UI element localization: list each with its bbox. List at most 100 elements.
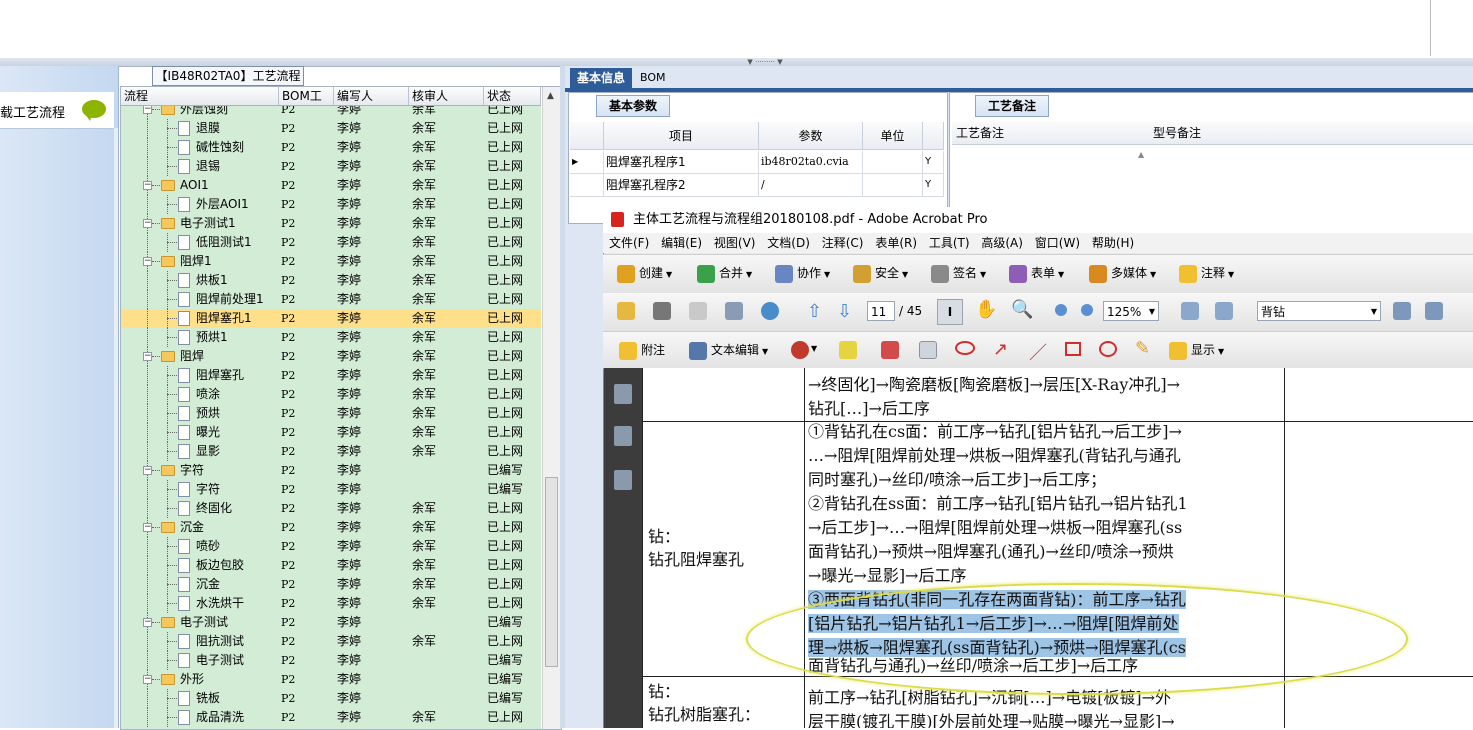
previous-page-icon[interactable]: ⇧ xyxy=(807,301,822,322)
table-row[interactable]: 显影 P2 李婷 余军 已上网 xyxy=(121,442,541,461)
page-number-input[interactable]: 11 xyxy=(867,301,895,321)
highlight-text-icon[interactable] xyxy=(839,341,857,359)
sticky-note-button[interactable]: 附注 xyxy=(619,332,665,368)
param-unit[interactable] xyxy=(863,174,923,196)
menu-advanced[interactable]: 高级(A) xyxy=(981,236,1023,250)
collapse-icon[interactable]: − xyxy=(143,352,152,361)
table-row[interactable]: 板边包胶 P2 李婷 余军 已上网 xyxy=(121,556,541,575)
menu-tools[interactable]: 工具(T) xyxy=(929,236,970,250)
forms-button[interactable]: 表单 ▼ xyxy=(1009,255,1064,291)
table-row[interactable]: 曝光 P2 李婷 余军 已上网 xyxy=(121,423,541,442)
arrow-icon[interactable]: ↗ xyxy=(993,339,1008,360)
open-folder-icon[interactable] xyxy=(617,302,635,320)
param-value[interactable]: ib48r02ta0.cvia xyxy=(759,151,863,173)
table-row[interactable]: 成品清洗 P2 李婷 余军 已上网 xyxy=(121,708,541,727)
create-button[interactable]: 创建 ▼ xyxy=(617,255,672,291)
menu-edit[interactable]: 编辑(E) xyxy=(661,236,702,250)
email-icon[interactable] xyxy=(725,302,743,320)
table-row[interactable]: 退膜 P2 李婷 余军 已上网 xyxy=(121,119,541,138)
notes-scroll-up-icon[interactable]: ▲ xyxy=(1138,150,1144,159)
collapse-icon[interactable]: − xyxy=(143,466,152,475)
find-previous-icon[interactable] xyxy=(1393,302,1411,320)
search-input[interactable]: 背钻 ▼ xyxy=(1257,301,1381,321)
table-row[interactable]: 阻焊塞孔1 P2 李婷 余军 已上网 xyxy=(121,309,541,328)
print-icon[interactable] xyxy=(653,302,671,320)
next-page-icon[interactable]: ⇩ xyxy=(837,301,852,322)
bookmarks-panel-icon[interactable] xyxy=(614,426,632,446)
table-row[interactable]: 喷涂 P2 李婷 余军 已上网 xyxy=(121,385,541,404)
pages-panel-icon[interactable] xyxy=(614,384,632,404)
zoom-tool-icon[interactable]: 🔍 xyxy=(1011,299,1033,320)
table-row[interactable]: 退锡 P2 李婷 余军 已上网 xyxy=(121,157,541,176)
col-header-writer[interactable]: 编写人 xyxy=(334,87,409,105)
find-next-icon[interactable] xyxy=(1425,302,1443,320)
menu-document[interactable]: 文档(D) xyxy=(767,236,810,250)
table-row[interactable]: − 外形 P2 李婷 已编写 xyxy=(121,670,541,689)
chevron-down-icon[interactable]: ▼ xyxy=(811,344,817,353)
param-unit[interactable] xyxy=(863,151,923,173)
save-icon[interactable] xyxy=(689,302,707,320)
col-header-item[interactable]: 项目 xyxy=(604,122,759,150)
table-row[interactable]: − 外层蚀刻 P2 李婷 余军 已上网 xyxy=(121,106,541,119)
fit-page-icon[interactable] xyxy=(1181,302,1199,320)
collapse-icon[interactable]: − xyxy=(143,106,152,114)
comment-button[interactable]: 注释 ▼ xyxy=(1179,255,1234,291)
table-row[interactable]: 阻焊塞孔 P2 李婷 余军 已上网 xyxy=(121,366,541,385)
table-row[interactable]: 碱性蚀刻 P2 李婷 余军 已上网 xyxy=(121,138,541,157)
hand-tool-icon[interactable]: ✋ xyxy=(975,299,997,320)
fit-width-icon[interactable] xyxy=(1215,302,1233,320)
text-box-icon[interactable] xyxy=(919,341,937,359)
table-row[interactable]: 低阻测试1 P2 李婷 余军 已上网 xyxy=(121,233,541,252)
scroll-thumb[interactable] xyxy=(545,477,558,667)
line-icon[interactable]: ／ xyxy=(1029,339,1047,365)
sign-button[interactable]: 签名 ▼ xyxy=(931,255,986,291)
table-row[interactable]: 字符 P2 李婷 已编写 xyxy=(121,480,541,499)
table-row[interactable]: 终固化 P2 李婷 余军 已上网 xyxy=(121,499,541,518)
web-icon[interactable] xyxy=(761,302,779,320)
menu-window[interactable]: 窗口(W) xyxy=(1035,236,1080,250)
table-row[interactable]: − 字符 P2 李婷 已编写 xyxy=(121,461,541,480)
signatures-panel-icon[interactable] xyxy=(614,470,632,490)
col-header-status[interactable]: 状态 xyxy=(484,87,541,105)
splitter-grip-icon[interactable]: ▼ ········· ▼ xyxy=(735,59,795,66)
zoom-in-icon[interactable] xyxy=(1081,304,1093,316)
load-process-item[interactable]: 载工艺流程 xyxy=(0,92,114,129)
comment-bubble-icon[interactable] xyxy=(82,100,106,121)
highlight-ellipse-annotation[interactable] xyxy=(746,583,1408,695)
table-row[interactable]: ▶ 阻焊塞孔程序1 ib48r02ta0.cvia Y xyxy=(570,151,944,174)
table-row[interactable]: 喷砂 P2 李婷 余军 已上网 xyxy=(121,537,541,556)
col-header-reviewer[interactable]: 核审人 xyxy=(409,87,484,105)
collapse-icon[interactable]: − xyxy=(143,219,152,228)
menu-help[interactable]: 帮助(H) xyxy=(1092,236,1134,250)
grid-scrollbar[interactable]: ▲ xyxy=(542,87,561,729)
table-row[interactable]: 预烘 P2 李婷 余军 已上网 xyxy=(121,404,541,423)
table-row[interactable]: − 电子测试1 P2 李婷 余军 已上网 xyxy=(121,214,541,233)
secure-button[interactable]: 安全 ▼ xyxy=(853,255,908,291)
collapse-icon[interactable]: − xyxy=(143,181,152,190)
table-row[interactable]: 烘板1 P2 李婷 余军 已上网 xyxy=(121,271,541,290)
table-row[interactable]: − AOI1 P2 李婷 余军 已上网 xyxy=(121,176,541,195)
table-row[interactable]: 水洗烘干 P2 李婷 余军 已上网 xyxy=(121,594,541,613)
collapse-icon[interactable]: − xyxy=(143,523,152,532)
tab-basic-info[interactable]: 基本信息 xyxy=(570,68,632,88)
col-header-process-notes[interactable]: 工艺备注 xyxy=(952,122,1155,145)
table-row[interactable]: 电子测试 P2 李婷 已编写 xyxy=(121,651,541,670)
tab-process-notes[interactable]: 工艺备注 xyxy=(975,95,1049,117)
table-row[interactable]: − 电子测试 P2 李婷 已编写 xyxy=(121,613,541,632)
pencil-icon[interactable]: ✎ xyxy=(1135,338,1150,359)
select-text-icon[interactable]: I xyxy=(937,299,963,325)
callout-icon[interactable] xyxy=(881,341,899,359)
col-header-unit[interactable]: 单位 xyxy=(863,122,923,150)
menu-view[interactable]: 视图(V) xyxy=(714,236,756,250)
tab-basic-params[interactable]: 基本参数 xyxy=(596,95,670,117)
param-value[interactable]: / xyxy=(759,174,863,196)
col-header-model-notes[interactable]: 型号备注 xyxy=(1151,122,1473,145)
table-row[interactable]: − 阻焊1 P2 李婷 余军 已上网 xyxy=(121,252,541,271)
table-row[interactable]: 沉金 P2 李婷 余军 已上网 xyxy=(121,575,541,594)
col-header-flow[interactable]: 流程 xyxy=(121,87,279,105)
menu-comments[interactable]: 注释(C) xyxy=(822,236,864,250)
table-row[interactable]: 外层AOI1 P2 李婷 余军 已上网 xyxy=(121,195,541,214)
menu-forms[interactable]: 表单(R) xyxy=(875,236,917,250)
show-button[interactable]: 显示 ▼ xyxy=(1169,332,1224,368)
collapse-icon[interactable]: − xyxy=(143,618,152,627)
